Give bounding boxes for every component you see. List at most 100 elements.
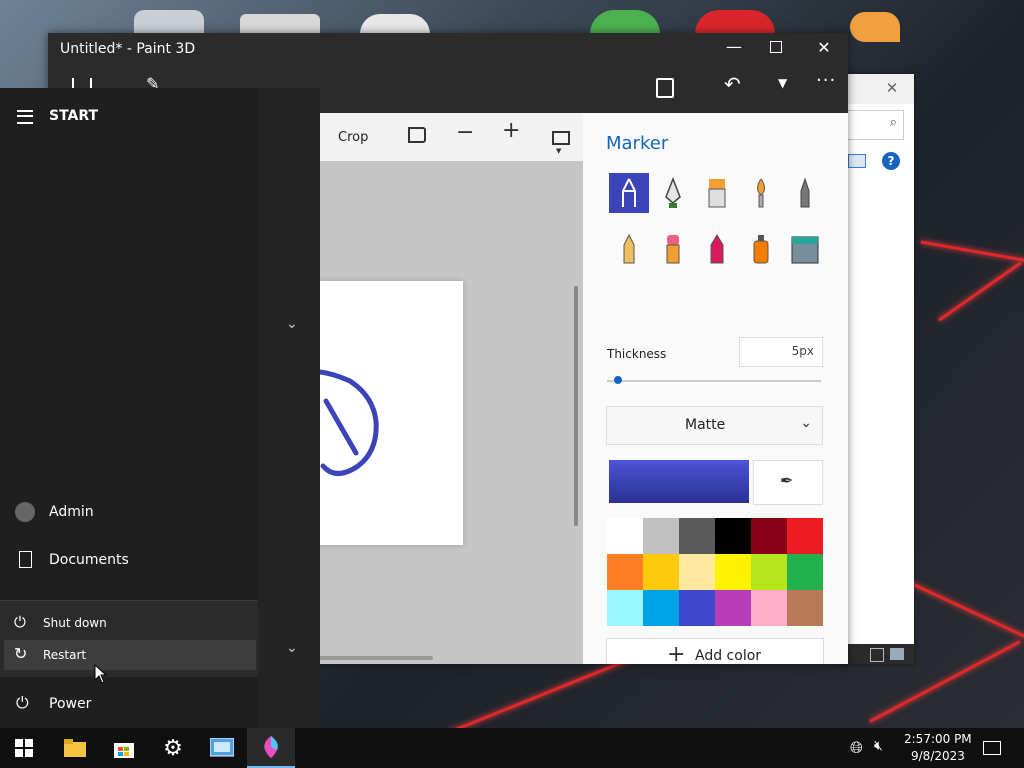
game-desktop-icon[interactable] (360, 14, 430, 34)
title-bar[interactable]: Untitled* - Paint 3D — ✕ (48, 33, 848, 66)
pixel-pen-icon[interactable] (785, 173, 825, 213)
color-swatch[interactable] (607, 518, 643, 554)
color-swatch[interactable] (751, 554, 787, 590)
clock-date[interactable]: 9/8/2023 (911, 749, 965, 763)
history-dropdown-icon[interactable]: ▼ (778, 76, 787, 90)
close-icon[interactable]: ✕ (882, 79, 902, 99)
large-icons-view-icon[interactable] (890, 648, 904, 660)
color-swatch[interactable] (715, 590, 751, 626)
documents-item[interactable]: Documents (0, 542, 258, 578)
color-swatch[interactable] (787, 590, 823, 626)
add-color-label: Add color (695, 648, 762, 664)
color-swatch[interactable] (787, 518, 823, 554)
restart-icon: ↻ (14, 644, 28, 663)
drawing-canvas[interactable] (318, 281, 463, 545)
volume-muted-icon[interactable]: 🔇︎ (874, 738, 883, 754)
paste-icon[interactable] (656, 78, 674, 98)
background-window[interactable]: ✕ ⌕ ? (838, 74, 914, 664)
panel-heading: Marker (606, 133, 669, 154)
horizontal-scrollbar[interactable] (318, 656, 433, 660)
add-icon: + (667, 642, 686, 664)
user-account-item[interactable]: Admin (0, 494, 258, 530)
zoom-out-icon[interactable]: − (456, 120, 474, 145)
thickness-input[interactable]: 5px (739, 337, 823, 367)
color-swatch[interactable] (643, 554, 679, 590)
maximize-button[interactable] (770, 41, 782, 53)
color-swatch[interactable] (643, 518, 679, 554)
control-panel-icon[interactable] (198, 728, 246, 768)
fill-bucket-icon[interactable] (785, 229, 825, 269)
more-options-icon[interactable]: ··· (816, 70, 836, 91)
undo-icon[interactable]: ↶ (724, 72, 741, 96)
settings-icon[interactable]: ⚙ (149, 728, 197, 768)
chevron-down-icon[interactable]: ⌄ (286, 316, 298, 332)
calligraphy-pen-icon[interactable] (653, 173, 693, 213)
finish-dropdown[interactable]: Matte ⌄ (606, 406, 823, 445)
thickness-slider[interactable] (607, 380, 821, 382)
details-view-icon[interactable] (870, 648, 884, 662)
power-icon: ⏻ (14, 613, 26, 631)
crop-label[interactable]: Crop (338, 130, 368, 145)
color-swatch[interactable] (607, 590, 643, 626)
add-color-button[interactable]: + Add color (606, 638, 824, 664)
paint-3d-icon[interactable] (247, 728, 295, 768)
color-swatch[interactable] (679, 518, 715, 554)
phoenix-desktop-icon[interactable] (850, 12, 900, 42)
color-swatch[interactable] (715, 518, 751, 554)
notification-icon[interactable] (983, 741, 1001, 755)
close-button[interactable]: ✕ (814, 38, 834, 57)
shut-down-item[interactable]: ⏻ Shut down (4, 608, 256, 638)
shut-down-label: Shut down (43, 616, 107, 630)
color-swatch[interactable] (643, 590, 679, 626)
power-icon: ⏻ (16, 693, 29, 712)
color-swatch[interactable] (715, 554, 751, 590)
crayon-icon[interactable] (697, 229, 737, 269)
start-tiles-area: ⌄ ⌄ (258, 88, 320, 728)
chevron-down-icon[interactable]: ⌄ (286, 640, 298, 656)
clock-time[interactable]: 2:57:00 PM (904, 732, 972, 746)
power-item[interactable]: ⏻ Power (0, 686, 258, 722)
help-icon[interactable]: ? (882, 152, 900, 170)
window-title: Untitled* - Paint 3D (60, 41, 196, 57)
image-dropdown-icon[interactable]: ▼ (556, 147, 561, 155)
chevron-down-icon: ⌄ (800, 415, 812, 431)
current-color-swatch[interactable] (609, 460, 749, 503)
color-palette (607, 518, 823, 626)
color-swatch[interactable] (751, 518, 787, 554)
color-swatch[interactable] (607, 554, 643, 590)
power-label: Power (49, 696, 92, 712)
file-explorer-icon[interactable] (51, 728, 99, 768)
image-icon[interactable] (552, 131, 570, 145)
windows-logo-icon[interactable] (0, 728, 48, 768)
xbox-desktop-icon[interactable] (590, 10, 660, 34)
red-app-desktop-icon[interactable] (695, 10, 775, 34)
color-swatch[interactable] (787, 554, 823, 590)
eyedropper-icon: ✒ (780, 471, 794, 490)
thickness-value: 5px (791, 344, 814, 358)
eraser-icon[interactable] (653, 229, 693, 269)
hamburger-menu-icon[interactable] (17, 110, 33, 124)
minimize-button[interactable]: — (724, 37, 744, 56)
brush-panel: Marker Thickness 5px Matte ⌄ ✒ + Add col… (583, 113, 848, 664)
color-swatch[interactable] (679, 590, 715, 626)
marker-stroke (318, 369, 379, 476)
zoom-in-icon[interactable]: + (502, 118, 520, 143)
spray-can-icon[interactable] (741, 229, 781, 269)
color-swatch[interactable] (679, 554, 715, 590)
watercolor-icon[interactable] (741, 173, 781, 213)
view-icon[interactable] (848, 154, 866, 168)
oil-brush-icon[interactable] (697, 173, 737, 213)
thickness-slider-thumb[interactable] (614, 376, 623, 384)
recycle-bin-icon[interactable] (134, 10, 204, 34)
eyedropper-button[interactable]: ✒ (753, 460, 823, 505)
restart-item[interactable]: ↻ Restart (4, 640, 256, 670)
marker-icon[interactable] (609, 173, 649, 213)
user-name: Admin (49, 504, 94, 520)
pencil-icon[interactable] (609, 229, 649, 269)
folder-desktop-icon[interactable] (240, 14, 320, 34)
vertical-scrollbar[interactable] (574, 286, 578, 526)
network-icon[interactable]: 🌐︎ (850, 738, 863, 758)
flag-icon[interactable] (408, 127, 426, 143)
store-icon[interactable] (100, 728, 148, 768)
color-swatch[interactable] (751, 590, 787, 626)
